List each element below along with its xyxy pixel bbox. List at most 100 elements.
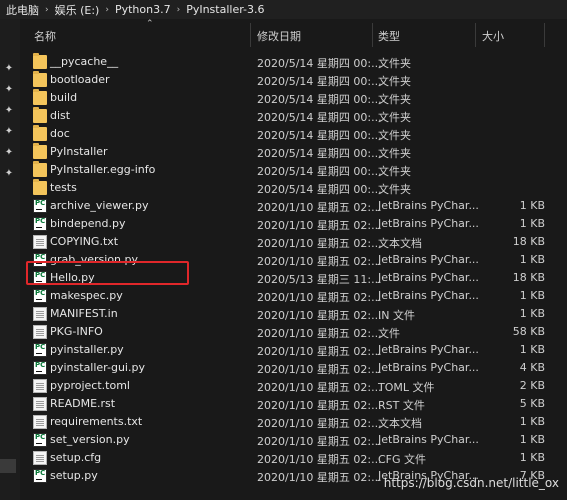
- folder-icon: [33, 107, 47, 123]
- file-row[interactable]: MANIFEST.in 2020/1/10 星期五 02:... IN 文件 1 KB: [22, 305, 567, 323]
- file-size: 1 KB: [519, 451, 545, 464]
- file-row[interactable]: dist 2020/5/14 星期四 00:... 文件夹: [22, 107, 567, 125]
- file-type: JetBrains PyChar...: [378, 253, 479, 266]
- file-type: TOML 文件: [378, 381, 435, 394]
- file-name: tests: [50, 181, 77, 194]
- sort-ascending-icon: ⌃: [146, 19, 154, 29]
- file-size: 18 KB: [512, 235, 545, 248]
- file-size: 1 KB: [519, 433, 545, 446]
- file-size: 1 KB: [519, 217, 545, 230]
- file-name: archive_viewer.py: [50, 199, 149, 212]
- file-type: 文件夹: [378, 57, 411, 70]
- file-date: 2020/5/14 星期四 00:...: [257, 57, 382, 70]
- navigation-selected-item[interactable]: [0, 459, 16, 473]
- file-date: 2020/5/14 星期四 00:...: [257, 129, 382, 142]
- breadcrumb-item-drive[interactable]: 娱乐 (E:): [55, 2, 100, 18]
- file-date: 2020/5/14 星期四 00:...: [257, 165, 382, 178]
- folder-icon: [33, 125, 47, 141]
- breadcrumb-item-this-pc[interactable]: 此电脑: [6, 2, 39, 18]
- column-header-date[interactable]: 修改日期: [257, 28, 301, 44]
- chevron-right-icon: ›: [176, 4, 181, 15]
- folder-icon: [33, 143, 47, 159]
- file-name: doc: [50, 127, 70, 140]
- folder-icon: [33, 53, 47, 69]
- file-date: 2020/1/10 星期五 02:...: [257, 291, 382, 304]
- pin-icon[interactable]: ✦: [3, 126, 15, 138]
- pin-icon[interactable]: ✦: [3, 105, 15, 117]
- breadcrumb-item-python[interactable]: Python3.7: [115, 3, 171, 16]
- watermark: https://blog.csdn.net/little_ox: [383, 476, 559, 490]
- pin-icon[interactable]: ✦: [3, 84, 15, 96]
- file-row[interactable]: tests 2020/5/14 星期四 00:... 文件夹: [22, 179, 567, 197]
- file-row[interactable]: PC pyinstaller.py 2020/1/10 星期五 02:... JetB…: [22, 341, 567, 359]
- file-row[interactable]: __pycache__ 2020/5/14 星期四 00:... 文件夹: [22, 53, 567, 71]
- file-name: bootloader: [50, 73, 110, 86]
- column-header-type[interactable]: 类型: [378, 28, 400, 44]
- file-row[interactable]: bootloader 2020/5/14 星期四 00:... 文件夹: [22, 71, 567, 89]
- file-date: 2020/1/10 星期五 02:...: [257, 399, 382, 412]
- breadcrumb: 此电脑 › 娱乐 (E:) › Python3.7 › PyInstaller-…: [0, 0, 567, 19]
- file-name: requirements.txt: [50, 415, 143, 428]
- file-type: IN 文件: [378, 309, 415, 322]
- column-divider[interactable]: [544, 23, 545, 47]
- file-type: JetBrains PyChar...: [378, 361, 479, 374]
- file-size: 1 KB: [519, 415, 545, 428]
- file-date: 2020/1/10 星期五 02:...: [257, 345, 382, 358]
- file-date: 2020/5/13 星期三 11:...: [257, 273, 382, 286]
- file-size: 1 KB: [519, 199, 545, 212]
- file-row[interactable]: PC makespec.py 2020/1/10 星期五 02:... JetBrai…: [22, 287, 567, 305]
- chevron-right-icon: ›: [105, 4, 109, 15]
- pin-icon[interactable]: ✦: [3, 147, 15, 159]
- file-size: 1 KB: [519, 289, 545, 302]
- file-row[interactable]: build 2020/5/14 星期四 00:... 文件夹: [22, 89, 567, 107]
- file-date: 2020/1/10 星期五 02:...: [257, 453, 382, 466]
- file-row[interactable]: PC pyinstaller-gui.py 2020/1/10 星期五 02:...…: [22, 359, 567, 377]
- navigation-pane: ✦ ✦ ✦ ✦ ✦ ✦: [0, 19, 20, 500]
- file-row[interactable]: doc 2020/5/14 星期四 00:... 文件夹: [22, 125, 567, 143]
- file-name: setup.py: [50, 469, 98, 482]
- file-row[interactable]: PC set_version.py 2020/1/10 星期五 02:... JetB…: [22, 431, 567, 449]
- file-date: 2020/1/10 星期五 02:...: [257, 255, 382, 268]
- breadcrumb-item-pyinstaller[interactable]: PyInstaller-3.6: [186, 3, 264, 16]
- file-date: 2020/5/14 星期四 00:...: [257, 93, 382, 106]
- file-name: pyinstaller-gui.py: [50, 361, 145, 374]
- column-divider[interactable]: [475, 23, 476, 47]
- pin-icon[interactable]: ✦: [3, 63, 15, 75]
- file-name: dist: [50, 109, 71, 122]
- pycharm-file-icon: PC: [33, 199, 47, 213]
- file-row[interactable]: PKG-INFO 2020/1/10 星期五 02:... 文件 58 KB: [22, 323, 567, 341]
- file-size: 1 KB: [519, 343, 545, 356]
- file-row[interactable]: requirements.txt 2020/1/10 星期五 02:... 文本文档…: [22, 413, 567, 431]
- column-divider[interactable]: [372, 23, 373, 47]
- file-row[interactable]: PyInstaller 2020/5/14 星期四 00:... 文件夹: [22, 143, 567, 161]
- file-type: JetBrains PyChar...: [378, 343, 479, 356]
- file-row[interactable]: PC bindepend.py 2020/1/10 星期五 02:... JetBra…: [22, 215, 567, 233]
- text-file-icon: [33, 415, 47, 429]
- file-name: set_version.py: [50, 433, 130, 446]
- file-type: 文件夹: [378, 183, 411, 196]
- file-row[interactable]: PC archive_viewer.py 2020/1/10 星期五 02:... J…: [22, 197, 567, 215]
- file-name: MANIFEST.in: [50, 307, 118, 320]
- file-row[interactable]: COPYING.txt 2020/1/10 星期五 02:... 文本文档 18 KB: [22, 233, 567, 251]
- file-size: 58 KB: [512, 325, 545, 338]
- file-type: 文件: [378, 327, 400, 340]
- file-date: 2020/1/10 星期五 02:...: [257, 237, 382, 250]
- pycharm-file-icon: PC: [33, 289, 47, 303]
- file-row[interactable]: README.rst 2020/1/10 星期五 02:... RST 文件 5 KB: [22, 395, 567, 413]
- file-date: 2020/1/10 星期五 02:...: [257, 219, 382, 232]
- column-divider[interactable]: [250, 23, 251, 47]
- folder-icon: [33, 71, 47, 87]
- column-header-name[interactable]: 名称: [34, 28, 56, 44]
- document-icon: [33, 379, 47, 393]
- pin-icon[interactable]: ✦: [3, 168, 15, 180]
- file-type: 文件夹: [378, 129, 411, 142]
- file-name: setup.cfg: [50, 451, 102, 464]
- file-row[interactable]: setup.cfg 2020/1/10 星期五 02:... CFG 文件 1 KB: [22, 449, 567, 467]
- file-row[interactable]: PyInstaller.egg-info 2020/5/14 星期四 00:...…: [22, 161, 567, 179]
- file-type: CFG 文件: [378, 453, 427, 466]
- file-date: 2020/5/14 星期四 00:...: [257, 183, 382, 196]
- file-name: PyInstaller.egg-info: [50, 163, 156, 176]
- file-date: 2020/1/10 星期五 02:...: [257, 435, 382, 448]
- file-row[interactable]: pyproject.toml 2020/1/10 星期五 02:... TOML 文…: [22, 377, 567, 395]
- column-header-size[interactable]: 大小: [482, 28, 504, 44]
